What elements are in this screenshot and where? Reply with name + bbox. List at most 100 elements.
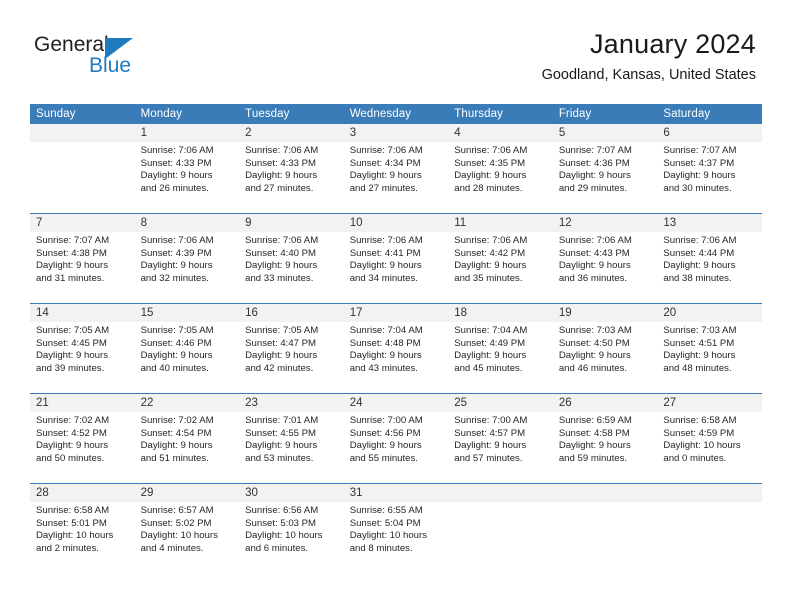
sunrise-text: Sunrise: 7:04 AM <box>349 325 423 336</box>
sunrise-text: Sunrise: 7:03 AM <box>663 325 737 336</box>
day-details: Sunrise: 7:02 AM Sunset: 4:52 PM Daylight:… <box>30 412 135 465</box>
day-details: Sunrise: 6:57 AM Sunset: 5:02 PM Daylight:… <box>135 502 240 555</box>
daylight-text: and 6 minutes. <box>245 542 309 554</box>
daylight-text: Daylight: 9 hours <box>349 170 422 182</box>
generalblue-logo[interactable]: General Blue <box>34 34 234 86</box>
daylight-text: and 36 minutes. <box>558 272 628 284</box>
day-details: Sunrise: 7:06 AM Sunset: 4:35 PM Daylight:… <box>448 142 553 195</box>
calendar-day-cell[interactable]: 3 Sunrise: 7:06 AM Sunset: 4:34 PM Daylight… <box>343 124 449 214</box>
daylight-text: Daylight: 9 hours <box>663 170 736 182</box>
calendar-day-cell[interactable]: 10 Sunrise: 7:06 AM Sunset: 4:41 PM Dayligh… <box>343 213 449 304</box>
calendar-day-cell[interactable]: 19 Sunrise: 7:03 AM Sunset: 4:50 PM Dayligh… <box>552 303 658 394</box>
day-details: Sunrise: 7:01 AM Sunset: 4:55 PM Daylight:… <box>239 412 344 465</box>
calendar-day-cell[interactable]: 25 Sunrise: 7:00 AM Sunset: 4:57 PM Dayligh… <box>448 393 553 484</box>
calendar-day-cell[interactable]: 28 Sunrise: 6:58 AM Sunset: 5:01 PM Dayligh… <box>30 483 135 573</box>
sunrise-text: Sunrise: 7:06 AM <box>454 145 528 156</box>
daylight-text: Daylight: 10 hours <box>140 530 218 542</box>
daylight-text: and 40 minutes. <box>140 362 209 374</box>
sunset-text: Sunset: 5:01 PM <box>36 517 107 529</box>
calendar-day-cell[interactable]: 31 Sunrise: 6:55 AM Sunset: 5:04 PM Dayligh… <box>343 483 449 573</box>
day-number: 5 <box>552 124 658 142</box>
sunset-text: Sunset: 4:59 PM <box>663 427 735 439</box>
sunset-text: Sunset: 4:37 PM <box>663 157 735 169</box>
calendar-day-cell[interactable]: 29 Sunrise: 6:57 AM Sunset: 5:02 PM Dayligh… <box>134 483 240 573</box>
calendar-day-cell[interactable]: 21 Sunrise: 7:02 AM Sunset: 4:52 PM Dayligh… <box>30 393 135 484</box>
calendar-day-cell[interactable]: 11 Sunrise: 7:06 AM Sunset: 4:42 PM Dayligh… <box>448 213 553 304</box>
sunset-text: Sunset: 5:02 PM <box>140 517 212 529</box>
day-details: Sunrise: 7:07 AM Sunset: 4:37 PM Daylight:… <box>657 142 762 195</box>
calendar-day-cell[interactable]: 7 Sunrise: 7:07 AM Sunset: 4:38 PM Daylight… <box>30 213 135 304</box>
calendar-day-cell[interactable]: 2 Sunrise: 7:06 AM Sunset: 4:33 PM Daylight… <box>239 124 344 214</box>
logo-text-blue: Blue <box>89 54 132 77</box>
daylight-text: and 0 minutes. <box>663 452 727 464</box>
daylight-text: Daylight: 9 hours <box>349 350 422 362</box>
day-number: 17 <box>343 304 449 322</box>
sunrise-text: Sunrise: 7:06 AM <box>245 235 319 246</box>
day-number <box>657 484 762 502</box>
calendar-day-cell[interactable]: 1 Sunrise: 7:06 AM Sunset: 4:33 PM Daylight… <box>134 124 240 214</box>
daylight-text: and 4 minutes. <box>140 542 204 554</box>
calendar-day-cell[interactable]: 18 Sunrise: 7:04 AM Sunset: 4:49 PM Dayligh… <box>448 303 553 394</box>
day-details: Sunrise: 7:03 AM Sunset: 4:50 PM Daylight:… <box>553 322 658 375</box>
daylight-text: and 51 minutes. <box>140 452 209 464</box>
day-number: 10 <box>343 214 449 232</box>
sunrise-text: Sunrise: 7:06 AM <box>349 235 423 246</box>
day-number: 1 <box>134 124 240 142</box>
location-subtitle: Goodland, Kansas, United States <box>541 67 756 83</box>
daylight-text: and 57 minutes. <box>454 452 523 464</box>
sunset-text: Sunset: 4:51 PM <box>663 337 735 349</box>
sunrise-text: Sunrise: 6:57 AM <box>140 505 214 516</box>
sunrise-text: Sunrise: 7:02 AM <box>36 415 110 426</box>
sunrise-text: Sunrise: 7:02 AM <box>140 415 214 426</box>
calendar-day-cell[interactable]: 9 Sunrise: 7:06 AM Sunset: 4:40 PM Daylight… <box>239 213 344 304</box>
calendar-day-cell[interactable]: 20 Sunrise: 7:03 AM Sunset: 4:51 PM Dayligh… <box>657 303 762 394</box>
daylight-text: Daylight: 9 hours <box>558 170 631 182</box>
sunrise-text: Sunrise: 7:06 AM <box>349 145 423 156</box>
calendar-day-cell[interactable]: 12 Sunrise: 7:06 AM Sunset: 4:43 PM Dayligh… <box>552 213 658 304</box>
day-details: Sunrise: 6:58 AM Sunset: 4:59 PM Daylight:… <box>657 412 762 465</box>
daylight-text: Daylight: 9 hours <box>245 170 318 182</box>
day-details: Sunrise: 7:06 AM Sunset: 4:34 PM Daylight:… <box>344 142 449 195</box>
day-number: 30 <box>239 484 344 502</box>
daylight-text: Daylight: 9 hours <box>349 260 422 272</box>
day-number: 22 <box>134 394 240 412</box>
calendar-day-cell[interactable]: 15 Sunrise: 7:05 AM Sunset: 4:46 PM Dayligh… <box>134 303 240 394</box>
calendar-day-cell[interactable]: 6 Sunrise: 7:07 AM Sunset: 4:37 PM Daylight… <box>657 124 762 214</box>
calendar-day-cell[interactable]: 24 Sunrise: 7:00 AM Sunset: 4:56 PM Dayligh… <box>343 393 449 484</box>
daylight-text: and 26 minutes. <box>140 182 209 194</box>
day-details <box>448 502 553 505</box>
daylight-text: Daylight: 9 hours <box>140 350 213 362</box>
day-details: Sunrise: 7:06 AM Sunset: 4:42 PM Daylight:… <box>448 232 553 285</box>
page-header: General Blue January 2024 Goodland, Kans… <box>0 0 792 100</box>
daylight-text: Daylight: 10 hours <box>663 440 741 452</box>
calendar-day-cell[interactable]: 23 Sunrise: 7:01 AM Sunset: 4:55 PM Dayligh… <box>239 393 344 484</box>
day-number: 18 <box>448 304 553 322</box>
day-number: 31 <box>343 484 449 502</box>
day-details: Sunrise: 7:06 AM Sunset: 4:33 PM Daylight:… <box>239 142 344 195</box>
calendar-day-cell[interactable]: 27 Sunrise: 6:58 AM Sunset: 4:59 PM Dayligh… <box>657 393 762 484</box>
day-number: 2 <box>239 124 344 142</box>
day-number: 23 <box>239 394 344 412</box>
calendar-day-cell[interactable]: 14 Sunrise: 7:05 AM Sunset: 4:45 PM Dayligh… <box>30 303 135 394</box>
sunrise-text: Sunrise: 7:00 AM <box>454 415 528 426</box>
day-number: 24 <box>343 394 449 412</box>
daylight-text: Daylight: 9 hours <box>663 350 736 362</box>
calendar-day-cell[interactable]: 17 Sunrise: 7:04 AM Sunset: 4:48 PM Dayligh… <box>343 303 449 394</box>
calendar-week-row: 21 Sunrise: 7:02 AM Sunset: 4:52 PM Dayligh… <box>30 393 762 484</box>
daylight-text: and 27 minutes. <box>245 182 314 194</box>
sunrise-text: Sunrise: 6:56 AM <box>245 505 319 516</box>
calendar-day-cell[interactable]: 4 Sunrise: 7:06 AM Sunset: 4:35 PM Daylight… <box>448 124 553 214</box>
daylight-text: Daylight: 9 hours <box>454 260 527 272</box>
day-details: Sunrise: 7:06 AM Sunset: 4:40 PM Daylight:… <box>239 232 344 285</box>
sunrise-text: Sunrise: 6:55 AM <box>349 505 423 516</box>
calendar-day-cell[interactable]: 16 Sunrise: 7:05 AM Sunset: 4:47 PM Dayligh… <box>239 303 344 394</box>
calendar-day-cell[interactable]: 30 Sunrise: 6:56 AM Sunset: 5:03 PM Dayligh… <box>239 483 344 573</box>
calendar-day-cell[interactable]: 8 Sunrise: 7:06 AM Sunset: 4:39 PM Daylight… <box>134 213 240 304</box>
calendar-day-cell[interactable]: 13 Sunrise: 7:06 AM Sunset: 4:44 PM Dayligh… <box>657 213 762 304</box>
logo-text-general: General <box>34 33 109 56</box>
calendar-day-cell[interactable]: 26 Sunrise: 6:59 AM Sunset: 4:58 PM Dayligh… <box>552 393 658 484</box>
calendar-day-cell[interactable]: 22 Sunrise: 7:02 AM Sunset: 4:54 PM Dayligh… <box>134 393 240 484</box>
day-details: Sunrise: 7:00 AM Sunset: 4:57 PM Daylight:… <box>448 412 553 465</box>
calendar-day-cell[interactable]: 5 Sunrise: 7:07 AM Sunset: 4:36 PM Daylight… <box>552 124 658 214</box>
sunrise-text: Sunrise: 6:58 AM <box>36 505 110 516</box>
